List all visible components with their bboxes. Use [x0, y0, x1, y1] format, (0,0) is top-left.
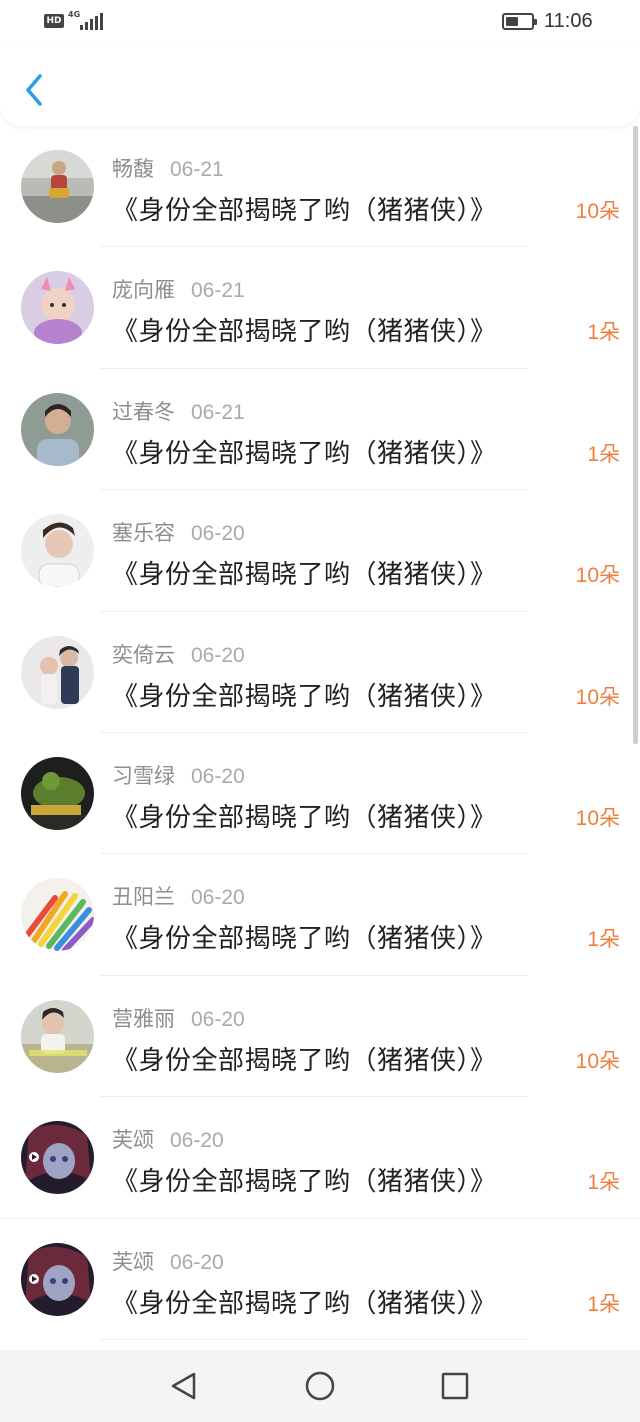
- work-title: 《身份全部揭晓了哟（猪猪侠）》: [112, 681, 497, 712]
- home-circle-icon: [305, 1371, 335, 1401]
- flower-count: 1朵: [587, 442, 620, 466]
- avatar: [21, 392, 94, 466]
- sender-name: 奕倚云 06-20: [112, 642, 245, 667]
- list-item[interactable]: 畅馥 06-21 《身份全部揭晓了哟（猪猪侠）》 10朵: [0, 126, 640, 248]
- send-date: 06-20: [170, 1250, 224, 1274]
- send-date: 06-21: [191, 400, 245, 424]
- avatar: [21, 1121, 94, 1195]
- hd-badge: HD: [44, 14, 64, 28]
- avatar: [21, 514, 94, 588]
- list-item[interactable]: 营雅丽 06-20 《身份全部揭晓了哟（猪猪侠）》 10朵: [0, 976, 640, 1098]
- send-date: 06-20: [191, 764, 245, 788]
- list-item[interactable]: 习雪绿 06-20 《身份全部揭晓了哟（猪猪侠）》 10朵: [0, 733, 640, 855]
- sender-name: 庞向雁 06-21: [112, 278, 245, 303]
- network-type: 4G: [68, 10, 81, 19]
- back-triangle-icon: [171, 1372, 196, 1400]
- flower-count: 1朵: [587, 321, 620, 345]
- send-date: 06-20: [191, 886, 245, 910]
- sender-name: 营雅丽 06-20: [112, 1006, 245, 1031]
- nav-home-button[interactable]: [304, 1370, 336, 1402]
- work-title: 《身份全部揭晓了哟（猪猪侠）》: [112, 196, 497, 226]
- status-bar: HD 4G 11:06: [0, 0, 640, 46]
- send-date: 06-20: [191, 522, 245, 546]
- avatar: [21, 271, 94, 345]
- scrollbar[interactable]: [633, 126, 638, 744]
- list-item[interactable]: 奕倚云 06-20 《身份全部揭晓了哟（猪猪侠）》 10朵: [0, 612, 640, 733]
- flower-count: 10朵: [575, 1049, 620, 1073]
- send-date: 06-20: [191, 1007, 245, 1031]
- nav-recents-button[interactable]: [439, 1370, 471, 1402]
- list-item[interactable]: 芙颂 06-20 《身份全部揭晓了哟（猪猪侠）》 1朵: [0, 1097, 640, 1219]
- list-item[interactable]: 丑阳兰 06-20 《身份全部揭晓了哟（猪猪侠）》 1朵: [0, 854, 640, 976]
- send-date: 06-21: [170, 158, 224, 181]
- flower-count: 10朵: [575, 200, 620, 223]
- work-title: 《身份全部揭晓了哟（猪猪侠）》: [112, 1167, 497, 1198]
- flower-count: 1朵: [587, 928, 620, 952]
- flower-count: 1朵: [587, 1292, 620, 1316]
- battery-icon: [502, 13, 537, 30]
- avatar: [21, 878, 94, 952]
- clock: 11:06: [544, 10, 593, 32]
- flower-count: 1朵: [587, 1171, 620, 1195]
- send-date: 06-20: [191, 643, 245, 667]
- list-item[interactable]: 芙颂 06-20 《身份全部揭晓了哟（猪猪侠）》 1朵: [0, 1219, 640, 1340]
- avatar: [21, 999, 94, 1073]
- work-title: 《身份全部揭晓了哟（猪猪侠）》: [112, 317, 497, 348]
- send-date: 06-21: [191, 279, 245, 303]
- flower-count: 10朵: [575, 806, 620, 830]
- list-item[interactable]: 庞向雁 06-21 《身份全部揭晓了哟（猪猪侠）》 1朵: [0, 247, 640, 369]
- flower-count: 10朵: [575, 685, 620, 709]
- list-item[interactable]: 塞乐容 06-20 《身份全部揭晓了哟（猪猪侠）》 10朵: [0, 490, 640, 612]
- avatar: [21, 1242, 94, 1316]
- app-header: [0, 46, 640, 126]
- divider: [100, 1338, 528, 1340]
- work-title: 《身份全部揭晓了哟（猪猪侠）》: [112, 1288, 497, 1319]
- recents-square-icon: [441, 1372, 469, 1400]
- work-title: 《身份全部揭晓了哟（猪猪侠）》: [112, 1045, 497, 1076]
- work-title: 《身份全部揭晓了哟（猪猪侠）》: [112, 802, 497, 833]
- avatar: [21, 756, 94, 830]
- gift-list[interactable]: 畅馥 06-21 《身份全部揭晓了哟（猪猪侠）》 10朵 庞向雁 06-21 《身份…: [0, 126, 640, 1350]
- list-item[interactable]: 过春冬 06-21 《身份全部揭晓了哟（猪猪侠）》 1朵: [0, 369, 640, 491]
- sender-name: 丑阳兰 06-20: [112, 885, 245, 910]
- send-date: 06-20: [170, 1129, 224, 1153]
- nav-back-button[interactable]: [168, 1370, 200, 1402]
- flower-count: 10朵: [575, 564, 620, 588]
- work-title: 《身份全部揭晓了哟（猪猪侠）》: [112, 560, 497, 591]
- back-button[interactable]: [18, 70, 52, 110]
- sender-name: 塞乐容 06-20: [112, 521, 245, 546]
- sender-name: 畅馥 06-21: [112, 157, 224, 181]
- sender-name: 芙颂 06-20: [112, 1128, 224, 1153]
- sender-name: 过春冬 06-21: [112, 399, 245, 424]
- signal-icon: [80, 12, 103, 30]
- avatar: [21, 150, 94, 223]
- chevron-left-icon: [26, 74, 42, 106]
- system-nav-bar: [0, 1350, 640, 1422]
- avatar: [21, 635, 94, 709]
- sender-name: 芙颂 06-20: [112, 1249, 224, 1274]
- sender-name: 习雪绿 06-20: [112, 763, 245, 788]
- work-title: 《身份全部揭晓了哟（猪猪侠）》: [112, 924, 497, 955]
- work-title: 《身份全部揭晓了哟（猪猪侠）》: [112, 438, 497, 469]
